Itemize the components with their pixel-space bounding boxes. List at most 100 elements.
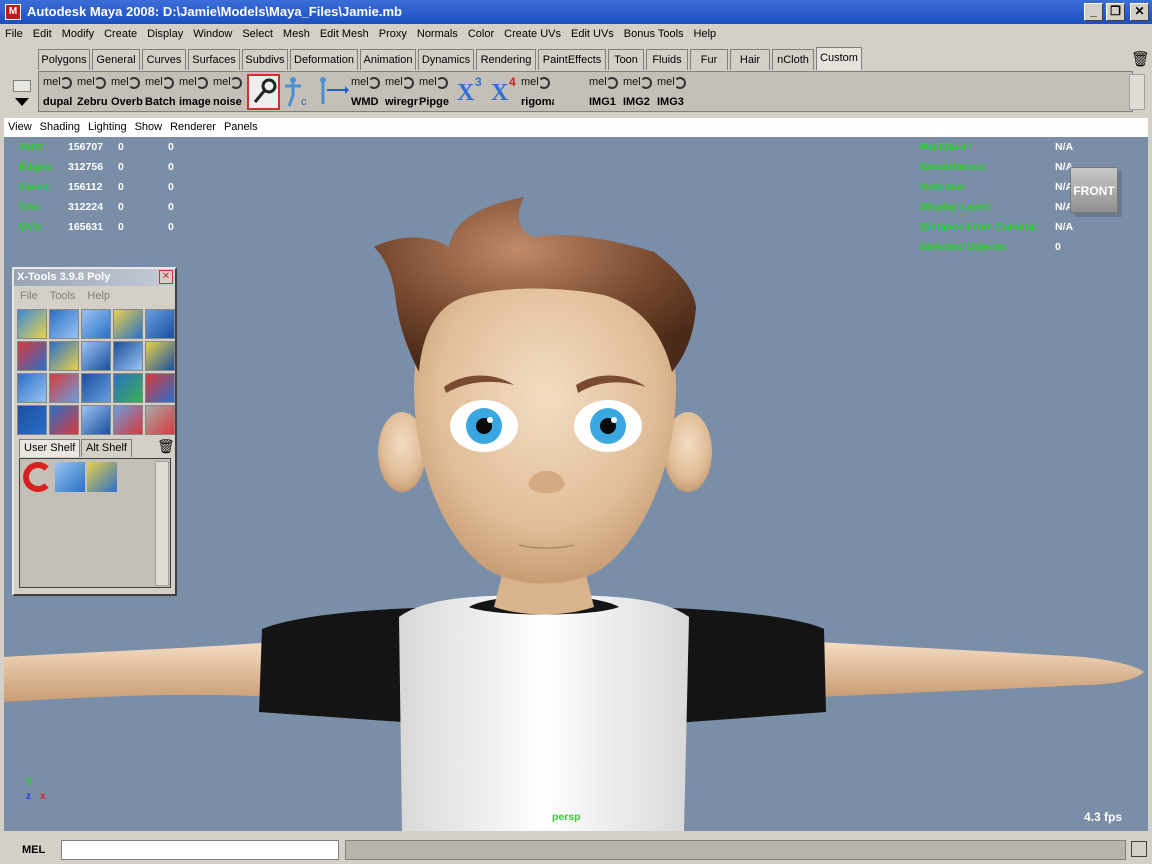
menu-select[interactable]: Select	[237, 25, 278, 40]
xtools-tab-alt-shelf[interactable]: Alt Shelf	[81, 439, 132, 457]
panel-menu-renderer[interactable]: Renderer	[166, 118, 220, 133]
menu-display[interactable]: Display	[142, 25, 188, 40]
mel-label[interactable]: MEL	[22, 844, 45, 856]
tab-fluids[interactable]: Fluids	[646, 49, 688, 70]
xtools-close-button[interactable]: ✕	[159, 270, 173, 284]
tab-toon[interactable]: Toon	[608, 49, 644, 70]
tab-deformation[interactable]: Deformation	[290, 49, 358, 70]
xtool-icon-11[interactable]	[17, 373, 47, 403]
xtool-icon-18[interactable]	[81, 405, 111, 435]
shelf-item-wiregr[interactable]: mel wiregr	[383, 74, 418, 110]
xtool-icon-4[interactable]	[113, 309, 143, 339]
tab-dynamics[interactable]: Dynamics	[418, 49, 474, 70]
tab-custom[interactable]: Custom	[816, 47, 862, 70]
menu-bonus-tools[interactable]: Bonus Tools	[619, 25, 689, 40]
mel-input[interactable]	[61, 840, 339, 860]
xtools-shelf-scrollbar[interactable]	[155, 461, 169, 586]
xtool-icon-17[interactable]	[49, 405, 79, 435]
shelf-item-character-c[interactable]: c	[281, 74, 314, 110]
xtool-icon-13[interactable]	[81, 373, 111, 403]
panel-menu-lighting[interactable]: Lighting	[84, 118, 131, 133]
menu-file[interactable]: File	[0, 25, 28, 40]
panel-menu-show[interactable]: Show	[131, 118, 167, 133]
tab-subdivs[interactable]: Subdivs	[242, 49, 288, 70]
menu-color[interactable]: Color	[463, 25, 499, 40]
tab-polygons[interactable]: Polygons	[38, 49, 90, 70]
tab-fur[interactable]: Fur	[690, 49, 728, 70]
shelf-item-x3-mel[interactable]: X3	[453, 74, 486, 110]
menu-edit[interactable]: Edit	[28, 25, 57, 40]
xtool-icon-5[interactable]	[145, 309, 175, 339]
menu-help[interactable]: Help	[689, 25, 722, 40]
shelf-item-img1[interactable]: mel IMG1	[587, 74, 620, 110]
xtools-menu-tools[interactable]: Tools	[44, 287, 82, 302]
maya-app-icon[interactable]: M	[5, 4, 21, 20]
tab-ncloth[interactable]: nCloth	[772, 49, 814, 70]
tab-painteffects[interactable]: PaintEffects	[538, 49, 606, 70]
shelf-item-img2[interactable]: mel IMG2	[621, 74, 654, 110]
view-cube[interactable]: FRONT	[1070, 167, 1118, 213]
shelf-item-wmd[interactable]: mel WMD	[349, 74, 382, 110]
panel-menu-shading[interactable]: Shading	[36, 118, 84, 133]
panel-menu-view[interactable]: View	[4, 118, 36, 133]
script-editor-icon[interactable]	[1131, 841, 1147, 857]
shelf-item-pose-arrow[interactable]	[315, 74, 349, 110]
menu-edit-uvs[interactable]: Edit UVs	[566, 25, 619, 40]
shelf-item-dupal[interactable]: mel dupal	[41, 74, 74, 110]
xtool-icon-19[interactable]	[113, 405, 143, 435]
xtool-icon-9[interactable]	[113, 341, 143, 371]
menu-create-uvs[interactable]: Create UVs	[499, 25, 566, 40]
panel-menu-panels[interactable]: Panels	[220, 118, 262, 133]
xtool-icon-15[interactable]	[145, 373, 175, 403]
shelf-item-x4-python[interactable]: X4	[487, 74, 520, 110]
xtool-icon-10[interactable]	[145, 341, 175, 371]
tab-general[interactable]: General	[92, 49, 140, 70]
xtool-icon-12[interactable]	[49, 373, 79, 403]
user-shelf-rotate-icon[interactable]	[23, 462, 53, 492]
minimize-button[interactable]: _	[1084, 3, 1103, 21]
xtool-icon-7[interactable]	[49, 341, 79, 371]
xtools-menu-help[interactable]: Help	[81, 287, 116, 302]
xtool-icon-2[interactable]	[49, 309, 79, 339]
xtools-window[interactable]: X-Tools 3.9.8 Poly ✕ File Tools Help User …	[12, 267, 177, 596]
xtool-icon-8[interactable]	[81, 341, 111, 371]
shelf-item-zebru[interactable]: mel Zebru	[75, 74, 108, 110]
shelf-item-img3[interactable]: mel IMG3	[655, 74, 688, 110]
xtools-menu-file[interactable]: File	[14, 287, 44, 302]
maximize-button[interactable]: ❐	[1106, 3, 1125, 21]
shelf-item-pipge[interactable]: mel Pipge	[417, 74, 450, 110]
shelf-menu-control[interactable]	[10, 74, 34, 112]
xtools-tab-user-shelf[interactable]: User Shelf	[19, 439, 81, 457]
shelf-trash-icon[interactable]: 🗑	[1131, 50, 1150, 68]
tab-rendering[interactable]: Rendering	[476, 49, 536, 70]
xtools-trash-icon[interactable]: 🗑	[157, 438, 175, 455]
user-shelf-prism-icon[interactable]	[55, 462, 85, 492]
tab-curves[interactable]: Curves	[142, 49, 186, 70]
xtool-icon-16[interactable]	[17, 405, 47, 435]
menu-create[interactable]: Create	[99, 25, 142, 40]
xtools-title[interactable]: X-Tools 3.9.8 Poly	[14, 269, 175, 286]
user-shelf-plane-icon[interactable]	[87, 462, 117, 492]
shelf-menu-arrow-icon[interactable]	[15, 98, 29, 106]
xtool-icon-14[interactable]	[113, 373, 143, 403]
shelf-item-rigoma[interactable]: melrigoma	[519, 74, 554, 110]
shelf-scrollbar[interactable]	[1129, 74, 1145, 110]
menu-proxy[interactable]: Proxy	[374, 25, 412, 40]
shelf-tab-toggle[interactable]	[13, 80, 31, 92]
xtool-icon-6[interactable]	[17, 341, 47, 371]
shelf-item-noise[interactable]: mel noise	[211, 74, 244, 110]
close-button[interactable]: ✕	[1130, 3, 1149, 21]
shelf-item-batch[interactable]: mel Batch	[143, 74, 176, 110]
menu-normals[interactable]: Normals	[412, 25, 463, 40]
shelf-item-overb[interactable]: mel Overb	[109, 74, 143, 110]
xtool-icon-1[interactable]	[17, 309, 47, 339]
menu-modify[interactable]: Modify	[57, 25, 99, 40]
xtool-icon-3[interactable]	[81, 309, 111, 339]
xtool-icon-20[interactable]	[145, 405, 175, 435]
menu-edit-mesh[interactable]: Edit Mesh	[315, 25, 374, 40]
menu-mesh[interactable]: Mesh	[278, 25, 315, 40]
tab-animation[interactable]: Animation	[360, 49, 416, 70]
shelf-item-image[interactable]: mel image	[177, 74, 211, 110]
tab-surfaces[interactable]: Surfaces	[188, 49, 240, 70]
menu-window[interactable]: Window	[188, 25, 237, 40]
